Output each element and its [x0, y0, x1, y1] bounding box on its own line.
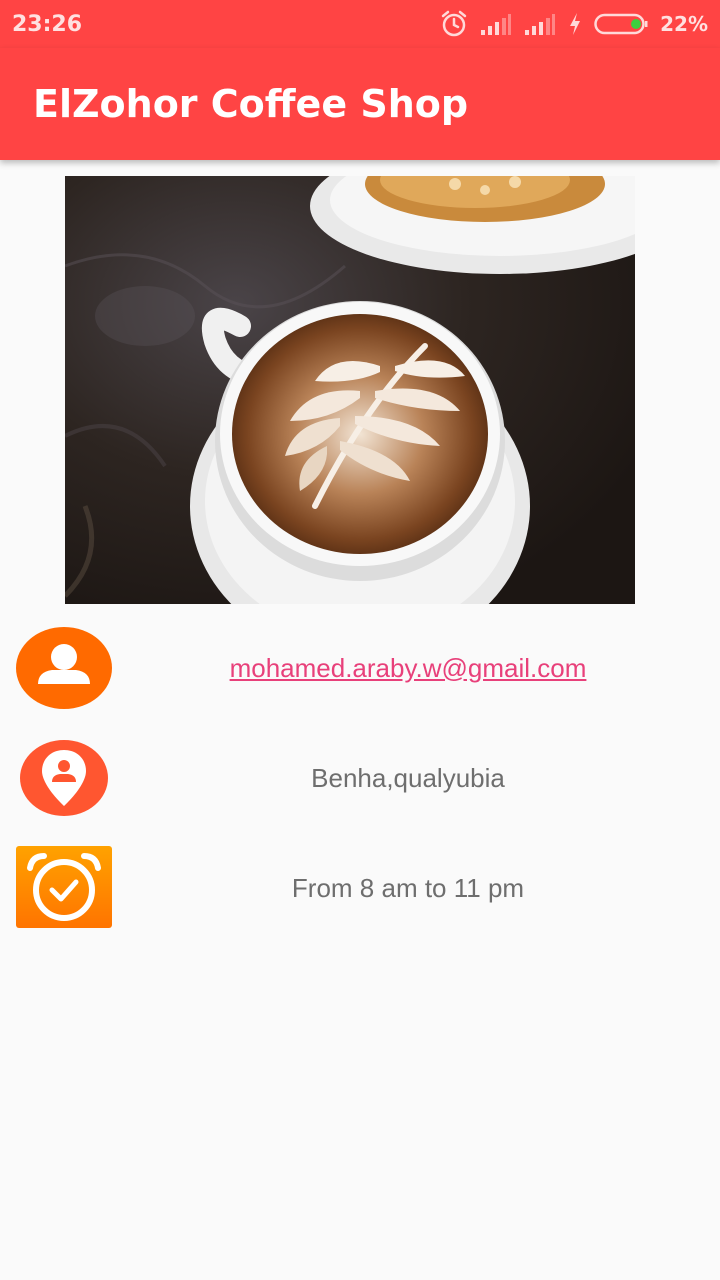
contact-email-row: mohamed.araby.w@gmail.com: [16, 626, 704, 710]
signal-icon: [525, 14, 556, 35]
app-bar: ElZohor Coffee Shop: [0, 48, 720, 160]
hours-text: From 8 am to 11 pm: [291, 872, 525, 903]
app-title: ElZohor Coffee Shop: [33, 82, 469, 126]
battery-icon: [594, 13, 648, 35]
status-icons: 22%: [440, 10, 708, 38]
signal-icon: [481, 14, 512, 35]
alarm-clock-icon: [16, 846, 112, 930]
battery-percentage: 22%: [660, 12, 708, 36]
person-icon: [16, 626, 112, 710]
contact-location-row: Benha,qualyubia: [16, 736, 704, 820]
location-pin-icon: [16, 736, 112, 820]
hero-image: [65, 176, 635, 604]
location-text: Benha,qualyubia: [311, 762, 505, 793]
email-link[interactable]: mohamed.araby.w@gmail.com: [112, 653, 704, 684]
coffee-photo: [65, 176, 635, 604]
charging-icon: [570, 13, 581, 35]
alarm-icon: [441, 10, 467, 37]
status-bar: 23:26 22%: [0, 0, 720, 48]
status-time: 23:26: [12, 11, 83, 37]
contact-hours-row: From 8 am to 11 pm: [16, 846, 704, 930]
